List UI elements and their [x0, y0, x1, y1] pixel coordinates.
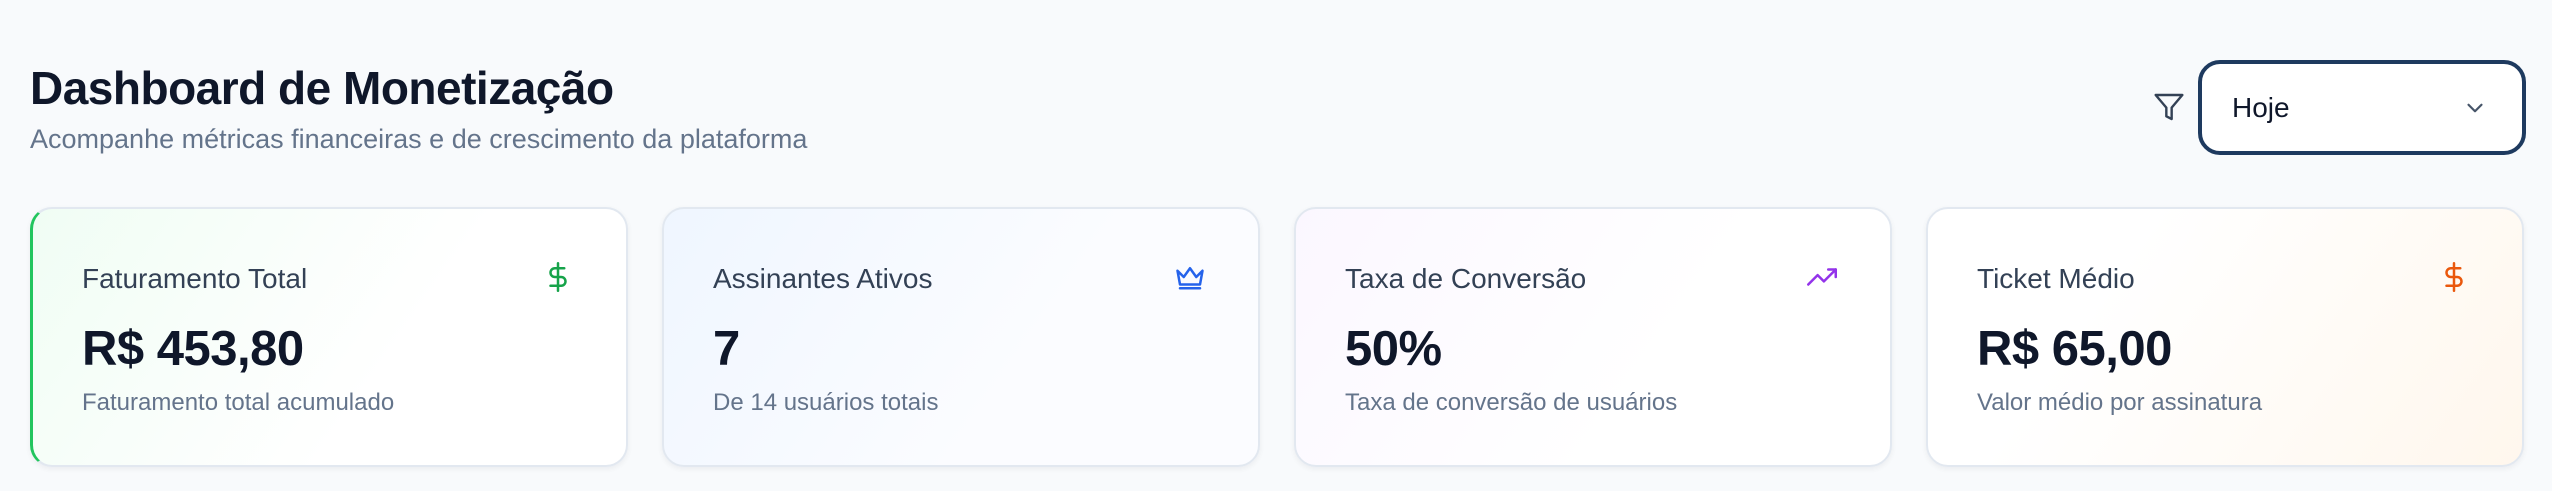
chevron-down-icon [2462, 95, 2488, 121]
metric-cards: Faturamento Total R$ 453,80 Faturamento … [30, 207, 2524, 467]
period-select[interactable]: Hoje [2198, 60, 2526, 155]
card-label: Taxa de Conversão [1345, 263, 1587, 294]
card-assinantes-ativos: Assinantes Ativos 7 De 14 usuários totai… [662, 207, 1260, 467]
card-description: Faturamento total acumulado [82, 389, 395, 416]
card-faturamento-total: Faturamento Total R$ 453,80 Faturamento … [30, 207, 628, 467]
crown-icon [1172, 259, 1208, 295]
dashboard-page: Dashboard de Monetização Acompanhe métri… [0, 0, 2552, 491]
card-value: R$ 65,00 [1977, 322, 2172, 376]
card-description: De 14 usuários totais [713, 389, 939, 416]
card-label: Ticket Médio [1977, 263, 2135, 294]
dollar-sign-icon [2436, 259, 2472, 295]
filter-icon [2152, 90, 2186, 124]
page-header: Dashboard de Monetização Acompanhe métri… [30, 60, 807, 156]
trending-up-icon [1804, 259, 1840, 295]
card-label: Faturamento Total [82, 263, 308, 294]
card-value: 50% [1345, 322, 1442, 376]
page-title: Dashboard de Monetização [30, 62, 614, 114]
card-value: 7 [713, 322, 740, 376]
card-value: R$ 453,80 [82, 322, 304, 376]
period-select-value: Hoje [2232, 91, 2290, 123]
card-description: Taxa de conversão de usuários [1345, 389, 1678, 416]
card-ticket-medio: Ticket Médio R$ 65,00 Valor médio por as… [1926, 207, 2524, 467]
card-description: Valor médio por assinatura [1977, 389, 2263, 416]
card-label: Assinantes Ativos [713, 263, 933, 294]
dollar-sign-icon [540, 259, 576, 295]
page-subtitle: Acompanhe métricas financeiras e de cres… [30, 124, 808, 154]
card-taxa-conversao: Taxa de Conversão 50% Taxa de conversão … [1294, 207, 1892, 467]
